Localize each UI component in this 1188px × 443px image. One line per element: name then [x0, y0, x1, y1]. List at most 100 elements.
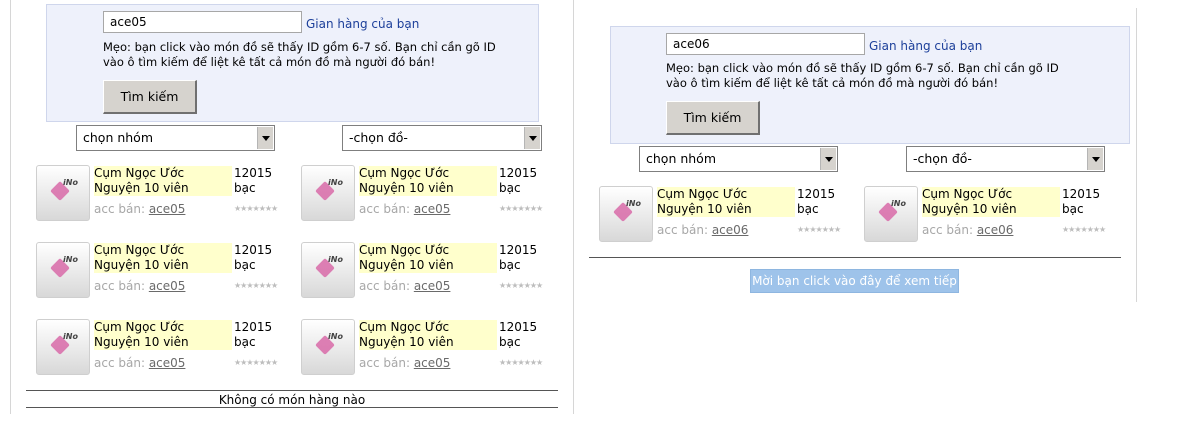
gem-mark: iNo [626, 199, 641, 208]
item-price: 12015 bạc [499, 166, 538, 195]
item-name[interactable]: Cụm Ngọc Ước Nguyện 10 viên [922, 187, 1060, 217]
seller-label: acc bán: [94, 202, 145, 216]
right-shop-link[interactable]: Gian hàng của bạn [869, 39, 982, 53]
left-panel-border [10, 0, 11, 414]
chevron-down-icon[interactable] [524, 127, 540, 149]
panel-divider [573, 0, 574, 414]
item-name[interactable]: Cụm Ngọc Ước Nguyện 10 viên [94, 166, 232, 196]
left-item-select[interactable]: -chọn đồ- [342, 125, 542, 151]
gem-mark: iNo [328, 178, 343, 187]
rating-stars-icon: ★★★★★★★ [499, 204, 543, 213]
seller-label: acc bán: [94, 356, 145, 370]
left-list-top-rule [26, 390, 558, 391]
item-seller: acc bán: ace05 [359, 356, 450, 370]
right-tip-line-2: vào ô tìm kiếm để liệt kê tất cả món đồ … [666, 76, 999, 90]
wish-gem-icon[interactable]: iNo [301, 165, 355, 221]
seller-link[interactable]: ace05 [149, 279, 186, 293]
seller-link[interactable]: ace05 [414, 356, 451, 370]
left-list-bottom-rule [26, 407, 558, 408]
right-list-rule [589, 257, 1121, 258]
seller-link[interactable]: ace05 [149, 356, 186, 370]
item-seller: acc bán: ace05 [359, 202, 450, 216]
wish-gem-icon[interactable]: iNo [301, 242, 355, 298]
wish-gem-icon[interactable]: iNo [36, 242, 90, 298]
item-card[interactable]: iNo Cụm Ngọc Ước Nguyện 10 viên 12015 bạc a… [301, 241, 556, 301]
seller-label: acc bán: [359, 279, 410, 293]
item-price: 12015 bạc [234, 166, 273, 195]
gem-mark: iNo [328, 255, 343, 264]
right-tip-text: Mẹo: bạn click vào món đồ sẽ thấy ID gồm… [666, 61, 1086, 91]
item-seller: acc bán: ace05 [94, 356, 185, 370]
item-price: 12015 bạc [499, 243, 538, 272]
rating-stars-icon: ★★★★★★★ [234, 358, 278, 367]
left-tip-line-1: Mẹo: bạn click vào món đồ sẽ thấy ID gồm… [103, 40, 496, 54]
wish-gem-icon[interactable]: iNo [301, 319, 355, 375]
chevron-down-icon[interactable] [1087, 148, 1103, 170]
rating-stars-icon: ★★★★★★★ [797, 225, 841, 234]
item-name[interactable]: Cụm Ngọc Ước Nguyện 10 viên [94, 243, 232, 273]
item-price: 12015 bạc [234, 243, 273, 272]
rating-stars-icon: ★★★★★★★ [499, 358, 543, 367]
gem-mark: iNo [63, 255, 78, 264]
rating-stars-icon: ★★★★★★★ [1062, 225, 1106, 234]
item-card[interactable]: iNo Cụm Ngọc Ước Nguyện 10 viên 12015 bạc a… [36, 318, 291, 378]
left-search-input[interactable] [103, 11, 302, 33]
right-search-button[interactable]: Tìm kiếm [666, 101, 760, 135]
item-price: 12015 bạc [1062, 187, 1101, 216]
right-group-select[interactable]: chọn nhóm [639, 146, 838, 172]
left-shop-link[interactable]: Gian hàng của bạn [306, 17, 419, 31]
wish-gem-icon[interactable]: iNo [599, 186, 653, 242]
seller-label: acc bán: [94, 279, 145, 293]
left-group-select-value: chọn nhóm [83, 130, 154, 145]
left-tip-line-2: vào ô tìm kiếm để liệt kê tất cả món đồ … [103, 55, 436, 69]
gem-mark: iNo [328, 332, 343, 341]
seller-link[interactable]: ace06 [712, 223, 749, 237]
item-seller: acc bán: ace05 [94, 202, 185, 216]
item-seller: acc bán: ace06 [657, 223, 748, 237]
chevron-down-icon[interactable] [257, 127, 273, 149]
right-group-select-value: chọn nhóm [646, 151, 717, 166]
item-name[interactable]: Cụm Ngọc Ước Nguyện 10 viên [94, 320, 232, 350]
chevron-down-icon[interactable] [820, 148, 836, 170]
load-more-button[interactable]: Mời bạn click vào đây để xem tiếp [750, 269, 959, 293]
seller-link[interactable]: ace05 [414, 279, 451, 293]
seller-link[interactable]: ace05 [414, 202, 451, 216]
item-price: 12015 bạc [797, 187, 836, 216]
wish-gem-icon[interactable]: iNo [36, 319, 90, 375]
item-card[interactable]: iNo Cụm Ngọc Ước Nguyện 10 viên 12015 bạc a… [599, 185, 854, 245]
right-panel-border [1136, 8, 1137, 302]
item-seller: acc bán: ace06 [922, 223, 1013, 237]
seller-link[interactable]: ace06 [977, 223, 1014, 237]
rating-stars-icon: ★★★★★★★ [499, 281, 543, 290]
item-card[interactable]: iNo Cụm Ngọc Ước Nguyện 10 viên 12015 bạc a… [864, 185, 1119, 245]
item-card[interactable]: iNo Cụm Ngọc Ước Nguyện 10 viên 12015 bạc a… [36, 241, 291, 301]
wish-gem-icon[interactable]: iNo [36, 165, 90, 221]
gem-mark: iNo [891, 199, 906, 208]
seller-label: acc bán: [359, 202, 410, 216]
right-tip-line-1: Mẹo: bạn click vào món đồ sẽ thấy ID gồm… [666, 61, 1059, 75]
right-item-select-value: -chọn đồ- [913, 151, 972, 166]
left-item-select-value: -chọn đồ- [349, 130, 408, 145]
right-item-select[interactable]: -chọn đồ- [906, 146, 1105, 172]
rating-stars-icon: ★★★★★★★ [234, 204, 278, 213]
item-name[interactable]: Cụm Ngọc Ước Nguyện 10 viên [657, 187, 795, 217]
right-search-input[interactable] [666, 33, 865, 55]
item-card[interactable]: iNo Cụm Ngọc Ước Nguyện 10 viên 12015 bạc a… [36, 164, 291, 224]
seller-link[interactable]: ace05 [149, 202, 186, 216]
item-card[interactable]: iNo Cụm Ngọc Ước Nguyện 10 viên 12015 bạc a… [301, 318, 556, 378]
item-card[interactable]: iNo Cụm Ngọc Ước Nguyện 10 viên 12015 bạc a… [301, 164, 556, 224]
seller-label: acc bán: [922, 223, 973, 237]
item-name[interactable]: Cụm Ngọc Ước Nguyện 10 viên [359, 166, 497, 196]
item-name[interactable]: Cụm Ngọc Ước Nguyện 10 viên [359, 320, 497, 350]
wish-gem-icon[interactable]: iNo [864, 186, 918, 242]
item-price: 12015 bạc [234, 320, 273, 349]
gem-mark: iNo [63, 178, 78, 187]
item-name[interactable]: Cụm Ngọc Ước Nguyện 10 viên [359, 243, 497, 273]
seller-label: acc bán: [657, 223, 708, 237]
left-group-select[interactable]: chọn nhóm [76, 125, 275, 151]
left-tip-text: Mẹo: bạn click vào món đồ sẽ thấy ID gồm… [103, 40, 523, 70]
item-seller: acc bán: ace05 [94, 279, 185, 293]
gem-mark: iNo [63, 332, 78, 341]
rating-stars-icon: ★★★★★★★ [234, 281, 278, 290]
left-search-button[interactable]: Tìm kiếm [103, 80, 197, 114]
